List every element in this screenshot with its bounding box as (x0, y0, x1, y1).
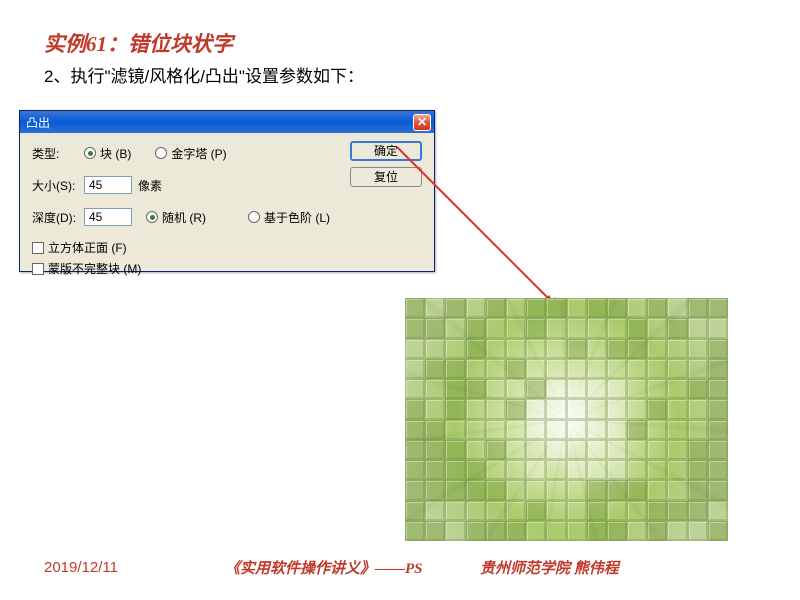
type-label: 类型: (32, 145, 84, 162)
radio-pyramid-label: 金字塔 (P) (171, 145, 226, 162)
radio-icon (248, 211, 260, 223)
radio-level-label: 基于色阶 (L) (264, 209, 330, 226)
step-instruction: 2、执行"滤镜/风格化/凸出"设置参数如下： (44, 62, 364, 87)
depth-row: 深度(D): 45 随机 (R) 基于色阶 (L) (32, 207, 422, 227)
date-stamp: 2019/12/11 (44, 559, 118, 576)
example-title: 实例61：错位块状字 (44, 28, 233, 58)
ok-button[interactable]: 确定 (350, 141, 422, 161)
type-radio-group: 块 (B) 金字塔 (P) (84, 145, 227, 162)
radio-random[interactable]: 随机 (R) (146, 209, 206, 226)
footer-author: 贵州师范学院 熊伟程 (480, 557, 619, 578)
radio-pyramid[interactable]: 金字塔 (P) (155, 145, 226, 162)
depth-radio-group: 随机 (R) 基于色阶 (L) (146, 209, 330, 226)
checkbox-icon (32, 263, 44, 275)
footer-title: 《实用软件操作讲义》——PS (225, 557, 423, 578)
checkbox-cube-front[interactable]: 立方体正面 (F) (32, 239, 422, 256)
close-icon[interactable]: ✕ (413, 114, 431, 131)
checkbox-mask-incomplete[interactable]: 蒙版不完整块 (M) (32, 260, 422, 277)
checkbox-mask-label: 蒙版不完整块 (M) (48, 260, 141, 277)
radio-icon (146, 211, 158, 223)
size-label: 大小(S): (32, 177, 84, 194)
radio-icon (84, 147, 96, 159)
dialog-titlebar: 凸出 ✕ (20, 111, 434, 133)
size-input[interactable]: 45 (84, 176, 132, 194)
radio-block[interactable]: 块 (B) (84, 145, 131, 162)
checkbox-cube-front-label: 立方体正面 (F) (48, 239, 127, 256)
depth-label: 深度(D): (32, 209, 84, 226)
extrude-bg (405, 298, 728, 541)
checkbox-icon (32, 242, 44, 254)
radio-icon (155, 147, 167, 159)
depth-input[interactable]: 45 (84, 208, 132, 226)
dialog-title: 凸出 (26, 114, 50, 131)
result-preview (405, 298, 728, 541)
radio-random-label: 随机 (R) (162, 209, 206, 226)
extrude-dialog: 凸出 ✕ 类型: 块 (B) 金字塔 (P) 大小(S): 45 像素 深度(D (19, 110, 435, 272)
size-unit: 像素 (138, 177, 162, 194)
dialog-buttons: 确定 复位 (350, 141, 422, 187)
radio-level[interactable]: 基于色阶 (L) (248, 209, 330, 226)
perspective-overlay (405, 298, 728, 541)
reset-button[interactable]: 复位 (350, 167, 422, 187)
radio-block-label: 块 (B) (100, 145, 131, 162)
dialog-body: 类型: 块 (B) 金字塔 (P) 大小(S): 45 像素 深度(D): 45 (20, 133, 434, 271)
